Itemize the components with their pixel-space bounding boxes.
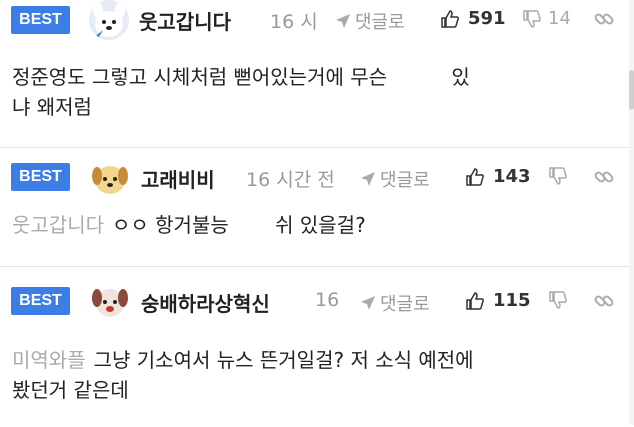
comment-line: ㅇㅇ 항거불능: [112, 213, 236, 237]
link-button[interactable]: [594, 167, 614, 187]
nickname[interactable]: 웃고갑니다: [139, 6, 231, 35]
dog-avatar[interactable]: [89, 0, 129, 40]
redacted-block: [393, 67, 452, 90]
like-count: 591: [468, 8, 506, 29]
comment-line: 그냥 기소여서 뉴스 뜬거일걸? 저 소식 예전에: [93, 348, 474, 372]
like-button[interactable]: 591: [440, 8, 506, 29]
redacted-block: [235, 215, 276, 238]
thumbs-down-icon: [548, 166, 568, 186]
mention[interactable]: 웃고갑니다: [12, 213, 104, 237]
reply-button[interactable]: 댓글로: [335, 8, 405, 34]
comment-line-2: 냐 왜저럼: [12, 95, 92, 119]
scroll-thumb[interactable]: [629, 70, 634, 110]
timestamp: 16 시간 전: [246, 169, 335, 191]
send-icon: [360, 171, 376, 187]
dog-avatar-2[interactable]: [90, 281, 130, 321]
thumbs-down-icon: [548, 290, 568, 310]
mention[interactable]: 미역와플: [12, 348, 86, 372]
like-count: 115: [493, 290, 531, 311]
nickname[interactable]: 숭배하라상혁신: [141, 288, 270, 317]
best-badge: BEST: [11, 6, 70, 34]
link-button[interactable]: [594, 291, 614, 311]
best-badge: BEST: [11, 163, 70, 191]
thumbs-up-icon: [465, 291, 485, 311]
comment-text: 웃고갑니다 ㅇㅇ 항거불능 쉬 있을걸?: [12, 210, 366, 240]
send-icon: [360, 295, 376, 311]
link-icon: [594, 291, 614, 311]
timestamp: 16: [315, 289, 340, 311]
comment-3: BEST 숭배하라상혁신 16 댓글로 115 미역와플 그냥 기소여서 뉴스 …: [0, 267, 634, 427]
comment-1: BEST 웃고갑니다 16 시 댓글로 591 14 정준영도 그렇고 시체처럼…: [0, 0, 634, 148]
comment-line-2: 봤던거 같은데: [12, 378, 129, 402]
comment-line-end: 있: [451, 65, 470, 89]
comment-line-end: 쉬 있을걸?: [275, 213, 366, 237]
nickname[interactable]: 고래비비: [141, 164, 215, 193]
reply-button[interactable]: 댓글로: [360, 166, 430, 192]
comment-line: 정준영도 그렇고 시체처럼 뻗어있는거에 무슨: [12, 65, 388, 89]
dislike-button[interactable]: [548, 290, 568, 310]
reply-label: 댓글로: [380, 294, 430, 315]
thumbs-up-icon: [465, 167, 485, 187]
comment-text: 미역와플 그냥 기소여서 뉴스 뜬거일걸? 저 소식 예전에 봤던거 같은데: [12, 345, 474, 405]
scrollbar[interactable]: [629, 0, 634, 425]
timestamp: 16 시: [270, 11, 318, 33]
like-count: 143: [493, 166, 531, 187]
send-icon: [335, 13, 351, 29]
comment-2: BEST 고래비비 16 시간 전 댓글로 143 웃고갑니다 ㅇㅇ 항거불능 …: [0, 148, 634, 267]
thumbs-up-icon: [440, 9, 460, 29]
link-icon: [594, 167, 614, 187]
puppy-avatar[interactable]: [90, 158, 130, 198]
comment-text: 정준영도 그렇고 시체처럼 뻗어있는거에 무슨 있 냐 왜저럼: [12, 62, 470, 122]
link-button[interactable]: [594, 9, 614, 29]
dislike-button[interactable]: [548, 166, 568, 186]
like-button[interactable]: 143: [465, 166, 531, 187]
reply-label: 댓글로: [355, 12, 405, 33]
like-button[interactable]: 115: [465, 290, 531, 311]
link-icon: [594, 9, 614, 29]
dislike-count: 14: [548, 8, 571, 29]
best-badge: BEST: [11, 287, 70, 315]
dislike-button[interactable]: 14: [522, 8, 571, 29]
thumbs-down-icon: [522, 9, 542, 29]
reply-label: 댓글로: [380, 170, 430, 191]
reply-button[interactable]: 댓글로: [360, 290, 430, 316]
